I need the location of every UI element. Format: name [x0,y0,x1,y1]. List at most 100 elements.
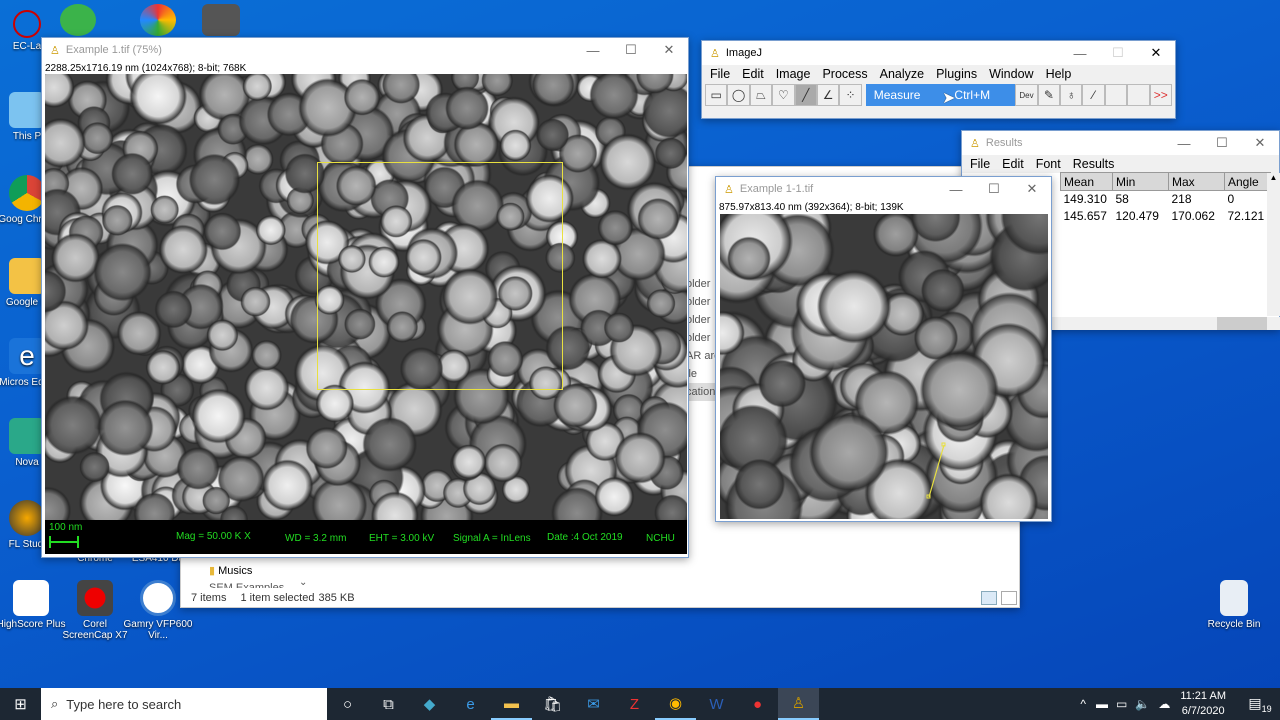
close-button[interactable]: ✕ [650,42,688,58]
start-button[interactable]: ⊞ [0,688,41,720]
desktop-icon-camera[interactable] [202,4,240,36]
chrome-icon[interactable]: ◉ [655,688,696,720]
results-table[interactable]: Mean Min Max Angle 149.310 58 218 0 145.657 120… [1060,172,1271,225]
menu-file[interactable]: File [710,67,730,81]
menu-analyze[interactable]: Analyze [880,67,924,81]
title-bar[interactable]: ♙ Results — ☐ ✕ [962,131,1279,155]
menu-plugins[interactable]: Plugins [936,67,977,81]
title-bar[interactable]: ♙ Example 1-1.tif — ☐ ✕ [716,177,1051,201]
nav-folder-musics[interactable]: ▮ Musics [209,564,252,577]
task-view-icon[interactable]: ⧉ [368,688,409,720]
sem-databar: 100 nm Mag = 50.00 K X WD = 3.2 mm EHT =… [45,520,687,554]
title-bar[interactable]: ♙ ImageJ — ☐ ✕ [702,41,1175,65]
edge-icon[interactable]: e [450,688,491,720]
nav-folder-sem[interactable]: SEM Examples [209,582,284,588]
menu-process[interactable]: Process [822,67,867,81]
column-header[interactable]: Min [1112,172,1169,191]
chevron-down-icon[interactable]: ⌄ [299,577,307,588]
developer-menu-button[interactable]: Dev [1015,84,1038,106]
file-explorer-icon[interactable]: ▬ [491,688,532,720]
menu-results[interactable]: Results [1073,157,1115,171]
clock[interactable]: 11:21 AM 6/7/2020 [1180,689,1226,719]
table-row[interactable]: 145.657 120.479 170.062 72.121 [1061,208,1271,225]
vertical-scrollbar[interactable]: ▲ [1267,173,1280,316]
freehand-icon[interactable]: ♡ [772,84,795,106]
volume-icon[interactable]: 🔈 [1135,697,1150,711]
maximize-button[interactable]: ☐ [975,181,1013,197]
onedrive-icon[interactable]: ☁ [1158,697,1170,711]
taskbar: ⊞ ⌕ Type here to search ○ ⧉ ◆ e ▬ 🛍 ✉ Z ◉… [0,688,1280,720]
battery-icon[interactable]: ▬ [1096,697,1108,711]
maximize-button[interactable]: ☐ [612,42,650,58]
title-bar[interactable]: ♙ Example 1.tif (75%) — ☐ ✕ [42,38,688,62]
menu-edit[interactable]: Edit [1002,157,1024,171]
imagej-microscope-icon: ♙ [710,47,720,60]
rectangle-roi[interactable] [317,162,563,390]
show-hidden-icons[interactable]: ^ [1080,697,1086,711]
multipoint-icon[interactable]: ⁘ [839,84,862,106]
imagej-main-window[interactable]: ♙ ImageJ — ☐ ✕ File Edit Image Process Ana… [701,40,1176,119]
menu-help[interactable]: Help [1046,67,1072,81]
imagej-microscope-icon: ♙ [724,183,734,196]
desktop-icon-browser[interactable] [140,4,176,36]
line-roi[interactable] [720,214,1048,519]
desktop-icon-highscore[interactable]: HighScore Plus [0,580,66,630]
mouse-cursor-icon: ➤ [942,90,956,107]
desktop-icon-recycle-bin[interactable]: Recycle Bin [1199,580,1269,630]
desktop-icon-green[interactable] [60,4,96,36]
imagej-icon[interactable]: ♙ [778,688,819,720]
polygon-icon[interactable]: ⏢ [749,84,773,106]
menu-font[interactable]: Font [1036,157,1061,171]
minimize-button[interactable]: — [937,182,975,197]
results-menu-bar: File Edit Font Results [962,155,1279,173]
line-icon[interactable]: ╱ [794,84,817,106]
minimize-button[interactable]: — [574,43,612,58]
screencap-icon[interactable]: ● [737,688,778,720]
angle-icon[interactable]: ∠ [816,84,840,106]
mail-icon[interactable]: ✉ [573,688,614,720]
menu-file[interactable]: File [970,157,990,171]
folder-icon: ▮ [209,565,216,577]
image-window-example-1[interactable]: ♙ Example 1.tif (75%) — ☐ ✕ 2288.25x1716.1… [41,37,689,558]
menu-image[interactable]: Image [776,67,811,81]
menu-edit[interactable]: Edit [742,67,764,81]
oval-icon[interactable]: ◯ [727,84,750,106]
column-header[interactable]: Mean [1060,172,1113,191]
store-icon[interactable]: 🛍 [532,688,573,720]
pinned-app-icon[interactable]: ◆ [409,688,450,720]
rectangle-icon[interactable]: ▭ [705,84,728,106]
scale-bar [49,536,79,548]
image-info: 875.97x813.40 nm (392x364); 8-bit; 139K [719,202,904,213]
empty-tool-slot[interactable] [1104,84,1128,106]
cortana-icon[interactable]: ○ [327,688,368,720]
large-icons-view-button[interactable] [1001,591,1017,605]
details-view-button[interactable] [981,591,997,605]
minimize-button[interactable]: — [1061,46,1099,61]
word-icon[interactable]: W [696,688,737,720]
close-button[interactable]: ✕ [1137,45,1175,61]
flood-fill-icon[interactable]: ♁ [1060,84,1083,106]
menu-window[interactable]: Window [989,67,1033,81]
image-window-example-1-1[interactable]: ♙ Example 1-1.tif — ☐ ✕ 875.97x813.40 nm (… [715,176,1052,522]
network-icon[interactable]: ▭ [1116,697,1127,711]
desktop-icon-corel-screencap[interactable]: Corel ScreenCap X7 [60,580,130,641]
table-row[interactable]: 149.310 58 218 0 [1061,191,1271,208]
explorer-status-bar: 7 items 1 item selected 385 KB [191,592,355,604]
minimize-button[interactable]: — [1165,136,1203,151]
search-box[interactable]: ⌕ Type here to search [41,688,327,720]
more-tools-button[interactable]: >> [1149,84,1172,106]
pipette-icon[interactable]: ⁄ [1082,84,1105,106]
app-z-icon[interactable]: Z [614,688,655,720]
column-header[interactable]: Angle [1224,172,1271,191]
maximize-button[interactable]: ☐ [1099,45,1137,61]
horizontal-scrollbar[interactable] [1052,317,1280,330]
imagej-microscope-icon: ♙ [970,137,980,150]
close-button[interactable]: ✕ [1013,181,1051,197]
toolbar: ▭ ◯ ⏢ ♡ ╱ ∠ ⁘ Measure Ctrl+M Dev ✎ ♁ ⁄ >… [702,83,1175,107]
maximize-button[interactable]: ☐ [1203,135,1241,151]
column-header[interactable]: Max [1168,172,1225,191]
empty-tool-slot[interactable] [1127,84,1150,106]
close-button[interactable]: ✕ [1241,135,1279,151]
notifications-button[interactable]: ▤19 [1240,695,1280,714]
brush-icon[interactable]: ✎ [1037,84,1061,106]
